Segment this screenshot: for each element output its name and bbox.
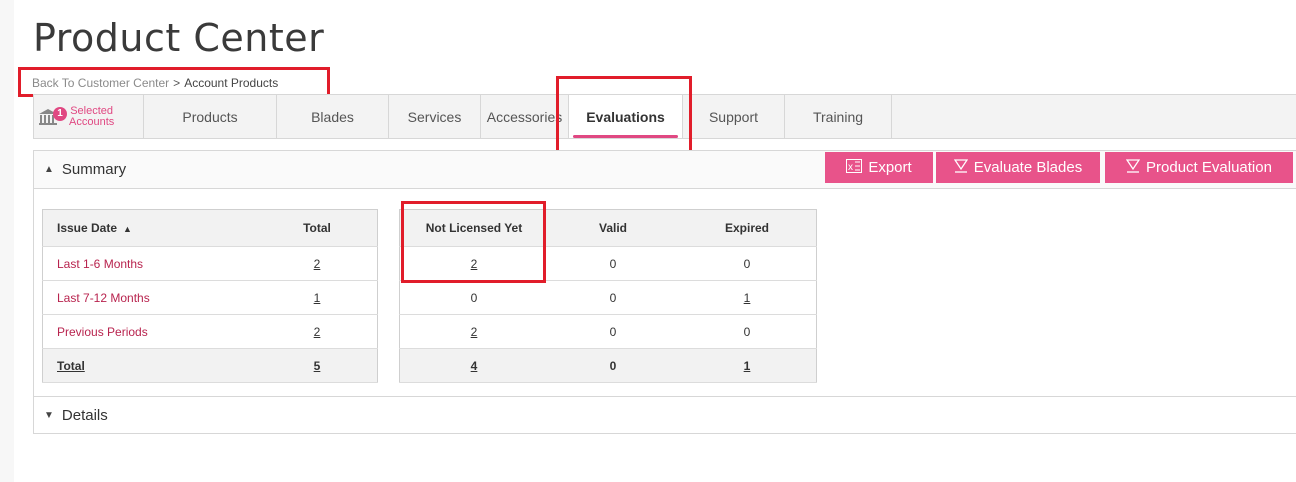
count-value: 0 [548, 348, 678, 383]
page-title: Product Center [33, 16, 325, 60]
tab-evaluations[interactable]: Evaluations [569, 95, 683, 138]
count-link[interactable]: 1 [314, 291, 321, 305]
product-evaluation-label: Product Evaluation [1146, 159, 1272, 176]
period-link[interactable]: Previous Periods [42, 314, 257, 349]
count-link[interactable]: 2 [314, 257, 321, 271]
expired-header: Expired [678, 209, 817, 247]
tab-blades[interactable]: Blades [277, 95, 389, 138]
count-link[interactable]: 2 [471, 325, 478, 339]
breadcrumb-back-link[interactable]: Back To Customer Center [32, 76, 169, 90]
table-row: Last 7-12 Months 1 [42, 280, 378, 315]
table-row: Previous Periods 2 [42, 314, 378, 349]
issue-date-header[interactable]: Issue Date ▲ [42, 209, 257, 247]
total-label-link[interactable]: Total [57, 359, 85, 373]
table-row: 2 0 0 [399, 246, 817, 281]
details-section-toggle[interactable]: ▼ Details [34, 396, 1296, 434]
not-licensed-header: Not Licensed Yet [399, 209, 548, 247]
active-tab-indicator [573, 135, 678, 138]
tab-services[interactable]: Services [389, 95, 481, 138]
table-row: 0 0 1 [399, 280, 817, 315]
filter-icon [953, 159, 969, 176]
count-value: 0 [399, 280, 548, 315]
selected-accounts-label: Selected Accounts [69, 104, 115, 128]
count-value: 0 [548, 314, 678, 349]
table-header-row: Not Licensed Yet Valid Expired [399, 209, 817, 247]
count-link[interactable]: 5 [314, 359, 321, 373]
selected-accounts-badge: 1 [53, 106, 67, 121]
breadcrumb-current: Account Products [184, 76, 279, 90]
tab-bar: 1 Selected Accounts Products Blades Serv… [33, 94, 1296, 139]
count-value: 0 [678, 246, 817, 281]
count-value: 0 [678, 314, 817, 349]
count-link[interactable]: 2 [471, 257, 478, 271]
svg-text:x: x [848, 162, 853, 173]
tab-selected-accounts[interactable]: 1 Selected Accounts [34, 95, 144, 138]
total-header: Total [257, 209, 378, 247]
breadcrumb: Back To Customer Center > Account Produc… [18, 70, 292, 96]
table-total-row: 4 0 1 [399, 348, 817, 383]
status-table: Not Licensed Yet Valid Expired 2 0 0 0 0… [399, 209, 817, 383]
collapse-arrow-icon: ▲ [44, 164, 54, 175]
filter-icon [1125, 159, 1141, 176]
count-value: 0 [548, 280, 678, 315]
period-link[interactable]: Last 1-6 Months [42, 246, 257, 281]
export-button[interactable]: x Export [825, 152, 933, 183]
issue-date-header-label: Issue Date [57, 221, 118, 235]
tab-products[interactable]: Products [144, 95, 277, 138]
details-label: Details [61, 407, 108, 424]
product-evaluation-button[interactable]: Product Evaluation [1105, 152, 1293, 183]
excel-icon: x [846, 159, 863, 176]
tab-evaluations-label: Evaluations [586, 108, 665, 125]
sort-ascending-icon: ▲ [123, 224, 132, 234]
tab-training[interactable]: Training [785, 95, 892, 138]
count-link[interactable]: 2 [314, 325, 321, 339]
evaluate-blades-button[interactable]: Evaluate Blades [936, 152, 1100, 183]
period-link[interactable]: Last 7-12 Months [42, 280, 257, 315]
left-gutter [0, 0, 14, 482]
count-link[interactable]: 1 [744, 359, 751, 373]
expand-arrow-icon: ▼ [44, 410, 54, 421]
summary-label: Summary [61, 161, 127, 178]
count-link[interactable]: 4 [471, 359, 478, 373]
table-row: Last 1-6 Months 2 [42, 246, 378, 281]
count-link[interactable]: 1 [744, 291, 751, 305]
breadcrumb-separator: > [173, 76, 181, 90]
tab-accessories[interactable]: Accessories [481, 95, 569, 138]
evaluate-blades-label: Evaluate Blades [973, 159, 1083, 176]
table-total-row: Total 5 [42, 348, 378, 383]
tab-support[interactable]: Support [683, 95, 785, 138]
count-value: 0 [548, 246, 678, 281]
valid-header: Valid [548, 209, 678, 247]
export-button-label: Export [868, 159, 912, 176]
table-header-row: Issue Date ▲ Total [42, 209, 378, 247]
issue-date-table: Issue Date ▲ Total Last 1-6 Months 2 Last… [42, 209, 378, 383]
table-row: 2 0 0 [399, 314, 817, 349]
